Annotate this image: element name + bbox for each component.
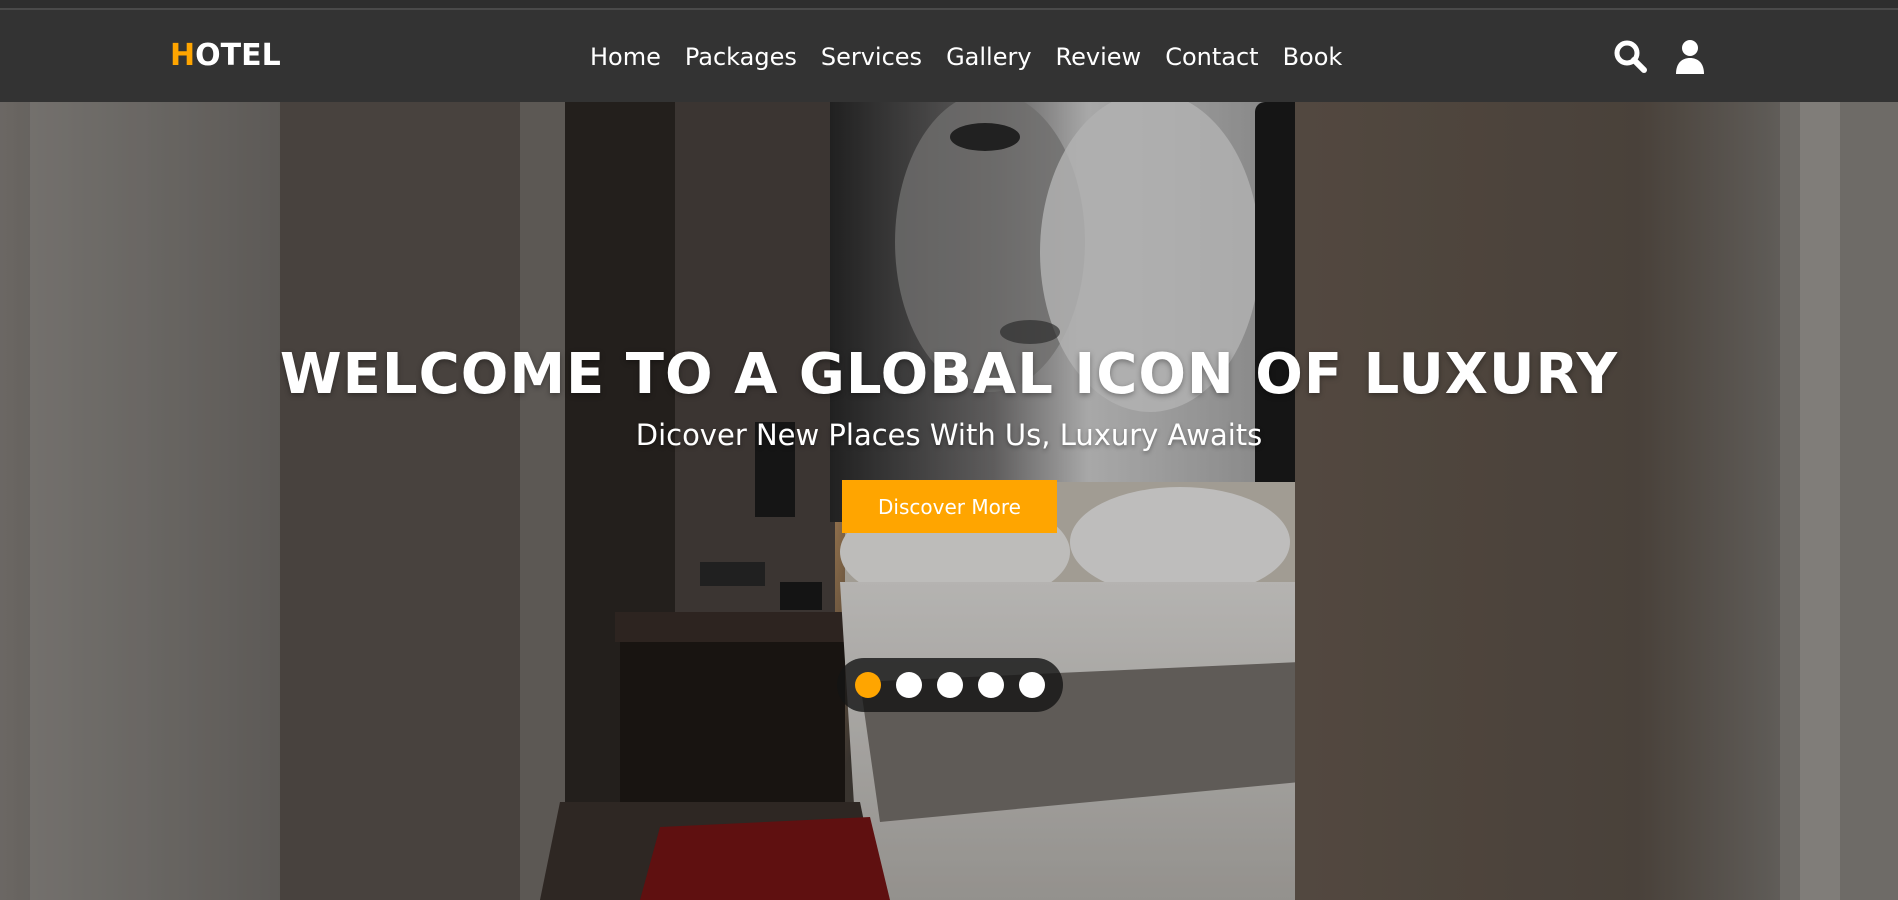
hero-title: WELCOME TO A GLOBAL ICON OF LUXURY xyxy=(279,342,1619,407)
nav-services[interactable]: Services xyxy=(809,40,934,74)
slider-dot-5[interactable] xyxy=(1019,672,1045,698)
nav-home[interactable]: Home xyxy=(578,40,673,74)
nav-book[interactable]: Book xyxy=(1271,40,1355,74)
slider-dot-4[interactable] xyxy=(978,672,1004,698)
discover-more-button[interactable]: Discover More xyxy=(842,480,1057,533)
hero-subtitle: Dicover New Places With Us, Luxury Await… xyxy=(635,418,1263,452)
nav-review[interactable]: Review xyxy=(1044,40,1154,74)
slider-pagination xyxy=(837,658,1063,712)
slider-dot-1[interactable] xyxy=(855,672,881,698)
user-icon[interactable] xyxy=(1672,38,1708,74)
site-header: HOTEL Home Packages Services Gallery Rev… xyxy=(0,10,1898,102)
logo[interactable]: HOTEL xyxy=(170,38,281,73)
slider-dot-3[interactable] xyxy=(937,672,963,698)
top-border xyxy=(0,0,1898,10)
nav-packages[interactable]: Packages xyxy=(673,40,809,74)
logo-first-letter: H xyxy=(170,38,196,73)
slider-dot-2[interactable] xyxy=(896,672,922,698)
nav-gallery[interactable]: Gallery xyxy=(934,40,1043,74)
logo-rest: OTEL xyxy=(195,38,281,73)
header-icons xyxy=(1612,38,1708,74)
search-icon[interactable] xyxy=(1612,38,1648,74)
main-nav: Home Packages Services Gallery Review Co… xyxy=(578,40,1354,74)
hero-slider: WELCOME TO A GLOBAL ICON OF LUXURY Dicov… xyxy=(0,102,1898,900)
nav-contact[interactable]: Contact xyxy=(1153,40,1270,74)
